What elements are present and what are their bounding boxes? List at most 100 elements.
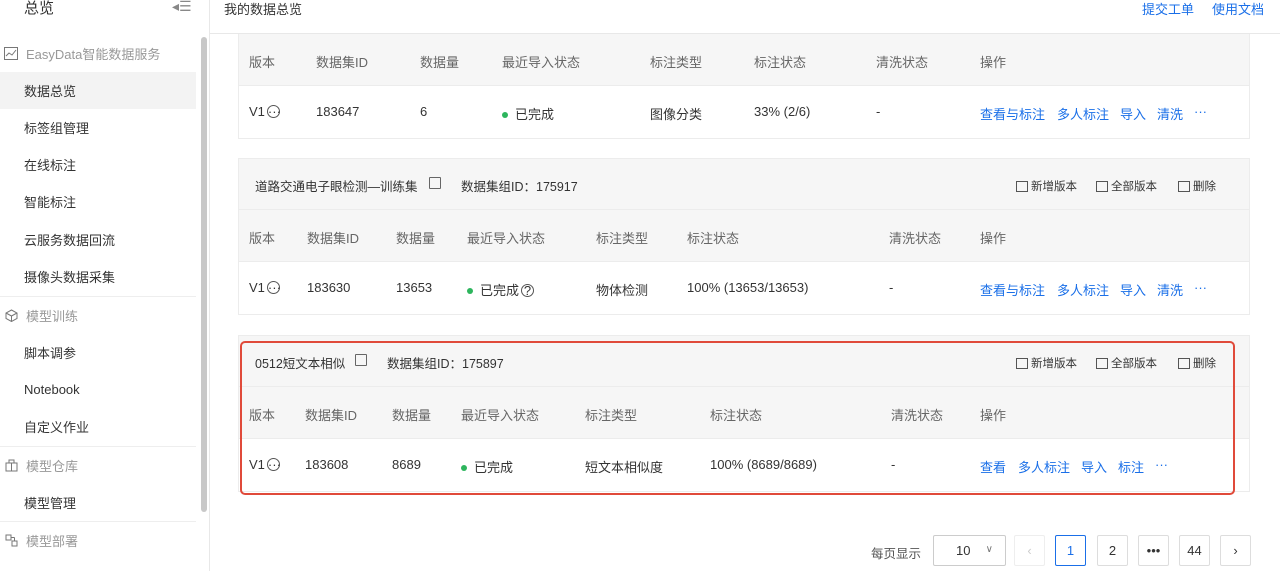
docs-link[interactable]: 使用文档 — [1212, 0, 1264, 18]
version-cell[interactable]: V1 ··· — [249, 457, 281, 472]
sidebar-item-data-overview[interactable]: 数据总览 — [0, 72, 196, 109]
page-button-1[interactable]: 1 — [1055, 535, 1086, 566]
import-link[interactable]: 导入 — [1120, 280, 1146, 299]
import-link[interactable]: 导入 — [1081, 457, 1107, 476]
sidebar-item-label: 标签组管理 — [24, 121, 90, 136]
sidebar-item-cloud-backflow[interactable]: 云服务数据回流 — [0, 221, 196, 258]
panel-header: 道路交通电子眼检测—训练集 数据集组ID：175917 新增版本 全部版本 删除 — [239, 159, 1249, 210]
sidebar-item-label: 自定义作业 — [24, 420, 90, 435]
sidebar-group-model-deploy[interactable]: 模型部署 — [0, 521, 196, 558]
sidebar-item-custom-job[interactable]: 自定义作业 — [0, 408, 196, 445]
import-status-value: 已完成 — [480, 283, 520, 298]
sidebar-item-script-tuning[interactable]: 脚本调参 — [0, 334, 196, 371]
clean-status-cell: - — [889, 280, 894, 295]
view-label-link[interactable]: 查看与标注 — [980, 104, 1045, 123]
sidebar-item-notebook[interactable]: Notebook — [0, 371, 196, 408]
success-dot-icon — [467, 287, 473, 294]
edit-icon[interactable] — [429, 177, 441, 189]
all-versions-button[interactable]: 全部版本 — [1096, 355, 1157, 371]
new-version-button[interactable]: 新增版本 — [1016, 355, 1077, 371]
collapse-menu-icon[interactable]: ◂☰ — [172, 0, 192, 15]
sidebar-item-label-groups[interactable]: 标签组管理 — [0, 109, 196, 146]
label-status-cell: 100% (8689/8689) — [710, 457, 817, 472]
col-label-type: 标注类型 — [585, 408, 638, 423]
count-cell: 6 — [420, 104, 428, 119]
clean-status-cell: - — [876, 104, 881, 119]
edit-icon[interactable] — [355, 354, 367, 366]
sidebar-item-online-labeling[interactable]: 在线标注 — [0, 146, 196, 183]
sidebar-header: 总览 ◂☰ — [0, 0, 200, 18]
table-header: 版本 数据集ID 数据量 最近导入状态 标注类型 标注状态 清洗状态 操作 — [239, 34, 1249, 86]
import-status-value: 已完成 — [474, 460, 514, 475]
sidebar-group-label: EasyData智能数据服务 — [26, 47, 161, 62]
page-button-2[interactable]: 2 — [1097, 535, 1128, 566]
delete-button[interactable]: 删除 — [1178, 178, 1216, 194]
col-import-status: 最近导入状态 — [461, 408, 540, 423]
panel-header: 0512短文本相似 数据集组ID：175897 新增版本 全部版本 删除 — [239, 336, 1249, 387]
more-circle-icon[interactable]: ··· — [266, 281, 281, 295]
sidebar-item-label: 智能标注 — [24, 195, 77, 210]
sidebar-item-label: 在线标注 — [24, 158, 77, 173]
sidebar-item-label: 脚本调参 — [24, 346, 77, 361]
dataset-panel-3: 0512短文本相似 数据集组ID：175897 新增版本 全部版本 删除 版本 … — [238, 335, 1250, 492]
sidebar-scrollbar[interactable] — [201, 37, 207, 512]
view-label-link[interactable]: 查看与标注 — [980, 280, 1045, 299]
import-status-cell: 已完成? — [467, 280, 535, 299]
import-link[interactable]: 导入 — [1120, 104, 1146, 123]
submit-ticket-link[interactable]: 提交工单 — [1142, 0, 1194, 18]
new-version-button[interactable]: 新增版本 — [1016, 178, 1077, 194]
all-versions-button[interactable]: 全部版本 — [1096, 178, 1157, 194]
chevron-left-icon: ‹ — [1027, 543, 1032, 558]
multi-label-link[interactable]: 多人标注 — [1057, 280, 1109, 299]
per-page-select[interactable]: 10 ∨ — [933, 535, 1006, 566]
more-circle-icon[interactable]: ··· — [266, 458, 281, 472]
sidebar-group-model-repo[interactable]: 模型仓库 — [0, 446, 196, 483]
sidebar-item-camera-collection[interactable]: 摄像头数据采集 — [0, 258, 196, 295]
more-actions-icon[interactable]: ··· — [1194, 104, 1207, 119]
col-dataset-id: 数据集ID — [316, 55, 369, 70]
grid-icon — [1096, 180, 1108, 192]
chevron-down-icon: ∨ — [985, 544, 993, 555]
success-dot-icon — [502, 111, 508, 118]
table-row: V1 ··· 183630 13653 已完成? 物体检测 100% (13653… — [239, 262, 1249, 314]
sidebar-item-model-management[interactable]: 模型管理 — [0, 484, 196, 521]
label-type-cell: 物体检测 — [596, 283, 649, 298]
page-ellipsis[interactable]: ••• — [1138, 535, 1169, 566]
table-row: V1 ··· 183647 6 已完成 图像分类 33% (2/6) - 查看与标… — [239, 86, 1249, 138]
deploy-icon — [2, 533, 20, 547]
col-label-status: 标注状态 — [687, 231, 740, 246]
help-icon[interactable]: ? — [521, 284, 535, 298]
version-cell[interactable]: V1 ··· — [249, 104, 281, 119]
multi-label-link[interactable]: 多人标注 — [1057, 104, 1109, 123]
multi-label-link[interactable]: 多人标注 — [1018, 457, 1070, 476]
dataset-id-cell: 183608 — [305, 457, 349, 472]
col-dataset-id: 数据集ID — [305, 408, 358, 423]
sidebar-group-label: 模型仓库 — [26, 458, 79, 474]
sidebar-item-smart-labeling[interactable]: 智能标注 — [0, 183, 196, 220]
page-title: 我的数据总览 — [224, 2, 303, 17]
label-link[interactable]: 标注 — [1118, 457, 1144, 476]
prev-page-button[interactable]: ‹ — [1014, 535, 1045, 566]
cube-icon — [2, 308, 20, 322]
col-actions: 操作 — [980, 231, 1007, 246]
import-status-value: 已完成 — [515, 107, 555, 122]
view-link[interactable]: 查看 — [980, 457, 1006, 476]
more-circle-icon[interactable]: ··· — [266, 105, 281, 119]
sidebar-group-model-training[interactable]: 模型训练 — [0, 296, 196, 333]
clean-link[interactable]: 清洗 — [1157, 280, 1183, 299]
delete-button[interactable]: 删除 — [1178, 355, 1216, 371]
col-label-type: 标注类型 — [650, 55, 703, 70]
more-actions-icon[interactable]: ··· — [1194, 280, 1207, 295]
sidebar-item-label: Notebook — [24, 382, 80, 397]
clean-link[interactable]: 清洗 — [1157, 104, 1183, 123]
col-import-status: 最近导入状态 — [502, 55, 581, 70]
sidebar-group-easydata[interactable]: EasyData智能数据服务 — [0, 35, 196, 72]
sidebar-group-label: 模型部署 — [26, 533, 79, 549]
version-cell[interactable]: V1 ··· — [249, 280, 281, 295]
import-status-cell: 已完成 — [502, 104, 554, 123]
next-page-button[interactable]: › — [1220, 535, 1251, 566]
col-label-status: 标注状态 — [754, 55, 807, 70]
new-version-label: 新增版本 — [1031, 358, 1077, 370]
page-button-44[interactable]: 44 — [1179, 535, 1210, 566]
more-actions-icon[interactable]: ··· — [1155, 457, 1168, 472]
